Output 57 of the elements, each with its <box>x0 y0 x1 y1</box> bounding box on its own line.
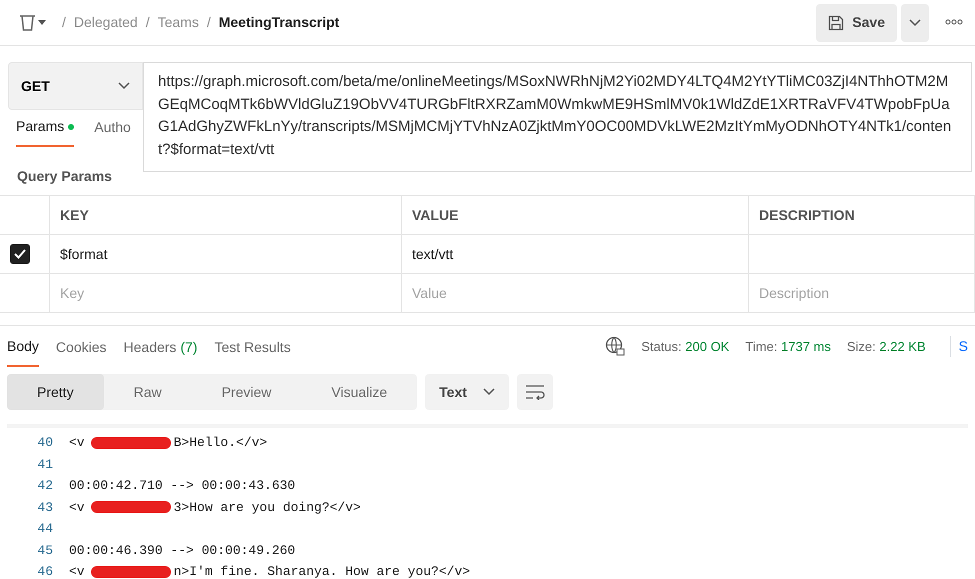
checkbox[interactable] <box>10 244 30 264</box>
response-tab[interactable]: Test Results <box>214 326 291 366</box>
globe-lock-icon[interactable] <box>605 336 626 356</box>
view-mode-tab[interactable]: Preview <box>192 374 302 410</box>
line-number: 43 <box>36 498 54 516</box>
wrap-button[interactable] <box>516 374 553 410</box>
code-text: <v <box>69 563 85 579</box>
code-text: 00:00:42.710 --> 00:00:43.630 <box>69 477 296 495</box>
trash-icon[interactable] <box>18 12 46 32</box>
breadcrumb-link[interactable]: MeetingTranscript <box>218 12 340 33</box>
wrap-lines-icon <box>524 384 545 400</box>
method-select[interactable]: GET <box>8 62 143 110</box>
column-header: KEY <box>50 196 402 235</box>
line-number: 42 <box>36 477 54 495</box>
save-options-button[interactable] <box>901 4 929 42</box>
caret-icon <box>909 18 921 26</box>
table-cell-text: text/vtt <box>412 244 454 264</box>
breadcrumb-link[interactable]: Delegated <box>74 12 138 33</box>
request-tab[interactable]: Autho <box>94 116 131 147</box>
chevron-icon <box>118 82 130 90</box>
more-icon <box>945 19 963 26</box>
breadcrumb-separator: / <box>146 13 150 32</box>
column-header: VALUE <box>402 196 749 235</box>
section-title: Query Params <box>16 167 113 186</box>
breadcrumb-separator: / <box>62 13 66 32</box>
view-mode-tab[interactable]: Pretty <box>7 374 104 410</box>
code-text: 00:00:46.390 --> 00:00:49.260 <box>69 542 296 560</box>
check-icon <box>14 249 26 259</box>
save-icon <box>828 14 844 30</box>
code-text: 3>How are you doing?</v> <box>174 498 361 516</box>
chevron-icon <box>482 388 495 396</box>
save-response-link[interactable]: S <box>950 336 968 356</box>
view-mode-tab[interactable]: Visualize <box>301 374 418 410</box>
view-mode-tab[interactable]: Raw <box>104 374 192 410</box>
url-field[interactable]: https://graph.microsoft.com/beta/me/onlineMeetings/MSoxNWRhNjM2Yi02MDY4LTQ4M2YtYTliMC03ZjI4NThhOTM2MGEqMCoqMTk6bWVldGluZ19ObVV4TURGbFltRXRZamM0WmkwME9HSmlMV0k1WldZdE1XRTRaVFV4TWpobFpUaG1AdGhyZWFkLnYy/transcripts/MSMjMCMjYTVhNzA0ZjktMmY0OC00MDVkLWE2MzItYmMyODNhOTY4NTk1/content?$format=text/vtt <box>143 62 972 172</box>
line-number: 46 <box>36 563 54 579</box>
code-text: <v <box>69 434 85 452</box>
status-item: Size: 2.22 KB <box>846 338 926 356</box>
response-tab[interactable]: Cookies <box>56 326 107 366</box>
code-text: <v <box>69 498 85 516</box>
table-cell-text: $format <box>60 244 108 264</box>
status-item: Time: 1737 ms <box>745 338 831 356</box>
status-item: Status: 200 OK <box>641 338 730 356</box>
response-tab[interactable]: Headers (7) <box>124 326 198 366</box>
breadcrumb-link[interactable]: Teams <box>158 12 199 33</box>
line-number: 40 <box>36 434 54 452</box>
code-text: n>I'm fine. Sharanya. How are you?</v> <box>174 563 470 579</box>
column-header: DESCRIPTION <box>749 196 975 235</box>
save-button[interactable]: Save <box>816 4 897 42</box>
code-text: B>Hello.</v> <box>174 434 268 452</box>
line-number: 44 <box>36 520 54 538</box>
line-number: 41 <box>36 456 54 474</box>
format-select[interactable]: Text <box>425 374 509 410</box>
response-tab[interactable]: Body <box>7 326 39 366</box>
breadcrumb-separator: / <box>206 13 211 32</box>
line-number: 45 <box>36 542 54 560</box>
request-tab[interactable]: Params <box>16 116 74 147</box>
